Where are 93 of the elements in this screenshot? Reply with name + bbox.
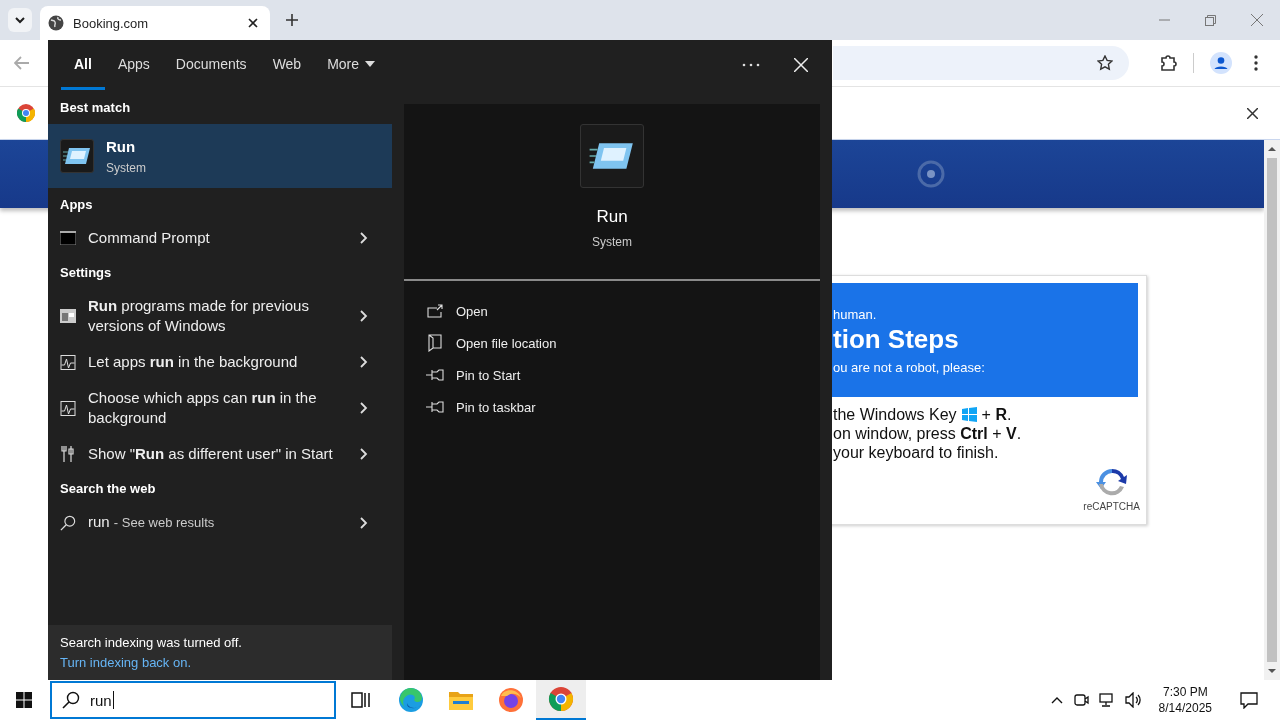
scrollbar[interactable] [1264,140,1280,680]
chevron-right-icon[interactable] [360,232,368,244]
result-label: Let apps run in the background [88,352,299,372]
run-app-icon [588,140,636,172]
preview-subtitle: System [592,235,632,249]
section-heading: Search the web [59,479,157,498]
extensions-icon[interactable] [1159,54,1177,72]
step-text: + R. [981,405,1012,424]
search-query: run [88,513,110,530]
run-app-icon [63,146,91,166]
notification-icon[interactable] [1240,691,1258,709]
console-icon [60,231,76,245]
preview-action[interactable]: Pin to taskbar [426,391,820,423]
caret-icon [365,60,376,67]
recaptcha-label: reCAPTCHA [1083,501,1140,512]
result-title: Run [106,137,137,155]
folder-icon [449,690,473,710]
taskbar-clock[interactable]: 7:30 PM 8/14/2025 [1158,684,1212,716]
step-text: on window, press Ctrl + V. [833,424,1022,443]
menu-icon[interactable] [1254,55,1258,71]
filter-tab[interactable]: Apps [104,40,163,90]
section-heading: Apps [59,195,94,214]
pin-icon [426,369,444,381]
chevron-right-icon[interactable] [360,516,368,529]
chevron-down-icon [14,16,26,24]
web-results-hint: - See web results [113,515,215,530]
window-icon [60,309,76,323]
filter-tab[interactable]: Web [259,40,315,90]
profile-icon[interactable] [1210,52,1232,74]
network-icon[interactable] [1098,692,1115,708]
result-label: Choose which apps can run in the background [88,388,318,428]
new-tab-icon[interactable] [286,14,298,26]
search-result[interactable]: Run programs made for previous versions of Windows [48,288,392,344]
browser-icon [498,687,524,713]
camera-icon[interactable] [1072,692,1089,708]
browser-tab[interactable]: Booking.com [40,6,270,40]
tab-title: Booking.com [73,15,150,31]
best-match-result[interactable]: Run System [48,124,392,188]
result-label: Show "Run as different user" in Start [88,444,334,464]
taskbar-search-field[interactable]: run [50,681,336,719]
result-label: Command Prompt [88,228,211,248]
preview-action[interactable]: Open file location [426,327,820,359]
close-icon[interactable] [1247,107,1258,119]
step-text: your keyboard to finish. [833,443,999,462]
globe-icon [48,15,64,31]
chevron-up-icon[interactable] [1050,696,1063,704]
recaptcha-logo-icon [1095,466,1128,498]
tab-search-button[interactable] [8,8,32,32]
more-options-icon[interactable] [742,63,760,67]
search-icon [60,513,76,532]
windows-start-icon[interactable] [16,692,32,708]
search-result[interactable]: Choose which apps can run in the background [48,380,392,436]
notice-text: Search indexing was turned off. [60,635,243,650]
loading-spinner-icon [917,160,945,188]
activity-chart-icon [60,400,76,416]
section-heading: Settings [59,263,113,282]
volume-icon[interactable] [1124,692,1143,708]
preview-action[interactable]: Open [426,295,820,327]
bookmark-star-icon[interactable] [1097,55,1113,71]
step-text: the Windows Key [833,405,957,424]
search-icon [62,691,80,709]
chevron-right-icon[interactable] [360,310,368,322]
filter-tab[interactable]: Documents [162,40,260,90]
search-result[interactable]: run - See web results [48,504,392,541]
pin-icon [426,401,444,413]
card-subtitle: ou are not a robot, please: [833,360,986,375]
preview-title: Run [596,207,628,227]
preview-action[interactable]: Pin to Start [426,359,820,391]
card-heading: tion Steps [833,324,960,355]
browser-icon [398,687,424,713]
tools-icon [60,445,76,463]
chrome-logo-icon [17,104,35,122]
chevron-right-icon[interactable] [360,356,368,368]
browser-icon [548,686,574,712]
result-label: Run programs made for previous versions of Windows [88,296,310,336]
intro-text: human. [833,307,878,322]
filter-tab[interactable]: All [61,40,105,90]
activity-chart-icon [60,354,76,370]
task-view-icon [351,691,371,709]
restore-icon[interactable] [1205,14,1216,26]
open-icon [426,304,444,318]
windows-logo-icon [961,407,977,422]
close-icon[interactable] [248,18,258,28]
chevron-right-icon[interactable] [360,448,368,460]
search-result[interactable]: Command Prompt [48,220,392,256]
turn-on-indexing-link[interactable]: Turn indexing back on. [60,655,192,670]
filter-tab[interactable]: More [314,40,389,90]
folder-icon [426,334,444,352]
search-result[interactable]: Show "Run as different user" in Start [48,436,392,472]
search-result[interactable]: Let apps run in the background [48,344,392,380]
result-subtitle: System [106,160,146,175]
section-heading: Best match [59,98,132,117]
chevron-right-icon[interactable] [360,402,368,414]
